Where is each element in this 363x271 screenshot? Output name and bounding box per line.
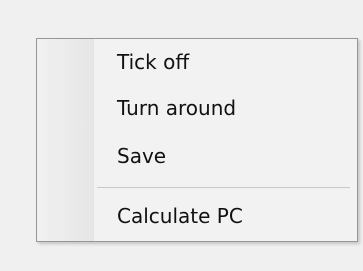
menu-icon-gutter: [37, 39, 94, 241]
menu-item-calculate-pc[interactable]: Calculate PC: [117, 199, 243, 233]
menu-item-tick-off[interactable]: Tick off: [117, 45, 189, 79]
menu-item-save[interactable]: Save: [117, 139, 166, 173]
menu-item-turn-around[interactable]: Turn around: [117, 91, 236, 125]
context-menu: Tick off Turn around Save Calculate PC: [36, 38, 358, 242]
menu-separator: [97, 187, 350, 188]
